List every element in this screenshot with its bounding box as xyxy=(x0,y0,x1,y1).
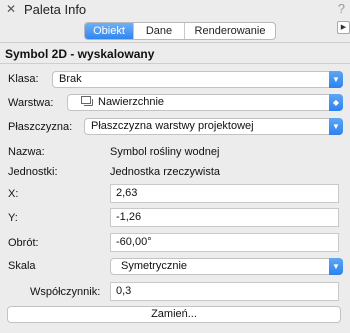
divider xyxy=(0,42,350,43)
plaszczyzna-value: Płaszczyzna warstwy projektowej xyxy=(91,120,254,132)
klasa-popup[interactable]: Brak ▼ xyxy=(52,71,343,88)
skala-label: Skala xyxy=(8,260,36,272)
zamien-button[interactable]: Zamień... xyxy=(7,306,341,323)
jednostki-value: Jednostka rzeczywista xyxy=(110,166,221,178)
x-input[interactable]: 2,63 xyxy=(110,184,339,203)
tab-dane[interactable]: Dane xyxy=(133,23,184,39)
nazwa-value: Symbol rośliny wodnej xyxy=(110,146,220,158)
tab-renderowanie[interactable]: Renderowanie xyxy=(184,23,275,39)
warstwa-value: Nawierzchnie xyxy=(98,96,165,108)
up-down-chevron-icon: ◆ xyxy=(329,94,343,111)
help-icon[interactable]: ? xyxy=(338,1,345,17)
tab-bar: Obiekt Dane Renderowanie xyxy=(84,22,276,40)
jednostki-label: Jednostki: xyxy=(8,166,58,178)
title-bar: ✕ Paleta Info ? xyxy=(0,0,350,19)
obrot-label: Obrót: xyxy=(8,237,39,249)
triangle-right-icon: ▶ xyxy=(340,24,347,31)
chevron-down-icon: ▼ xyxy=(329,118,343,135)
close-icon[interactable]: ✕ xyxy=(6,1,16,17)
klasa-value: Brak xyxy=(59,73,82,85)
skala-popup[interactable]: Symetrycznie ▼ xyxy=(110,258,343,275)
divider xyxy=(0,63,350,64)
plaszczyzna-popup[interactable]: Płaszczyzna warstwy projektowej ▼ xyxy=(84,118,343,135)
window-title: Paleta Info xyxy=(24,2,87,17)
layer-icon xyxy=(81,96,93,106)
y-label: Y: xyxy=(8,212,18,224)
chevron-down-icon: ▼ xyxy=(329,258,343,275)
tab-obiekt[interactable]: Obiekt xyxy=(85,23,133,39)
wspolczynnik-label: Współczynnik: xyxy=(30,286,101,298)
panel-menu-button[interactable]: ▶ xyxy=(337,21,350,34)
plaszczyzna-label: Płaszczyzna: xyxy=(8,121,73,133)
warstwa-popup[interactable]: Nawierzchnie ◆ xyxy=(67,94,343,111)
nazwa-label: Nazwa: xyxy=(8,146,45,158)
skala-value: Symetrycznie xyxy=(121,260,188,272)
klasa-label: Klasa: xyxy=(8,73,39,85)
obrot-input[interactable]: -60,00° xyxy=(110,233,339,252)
object-type-header: Symbol 2D - wyskalowany xyxy=(5,47,155,61)
x-label: X: xyxy=(8,188,19,200)
warstwa-label: Warstwa: xyxy=(8,97,54,109)
y-input[interactable]: -1,26 xyxy=(110,208,339,227)
chevron-down-icon: ▼ xyxy=(329,71,343,88)
wspolczynnik-input[interactable]: 0,3 xyxy=(110,282,339,301)
